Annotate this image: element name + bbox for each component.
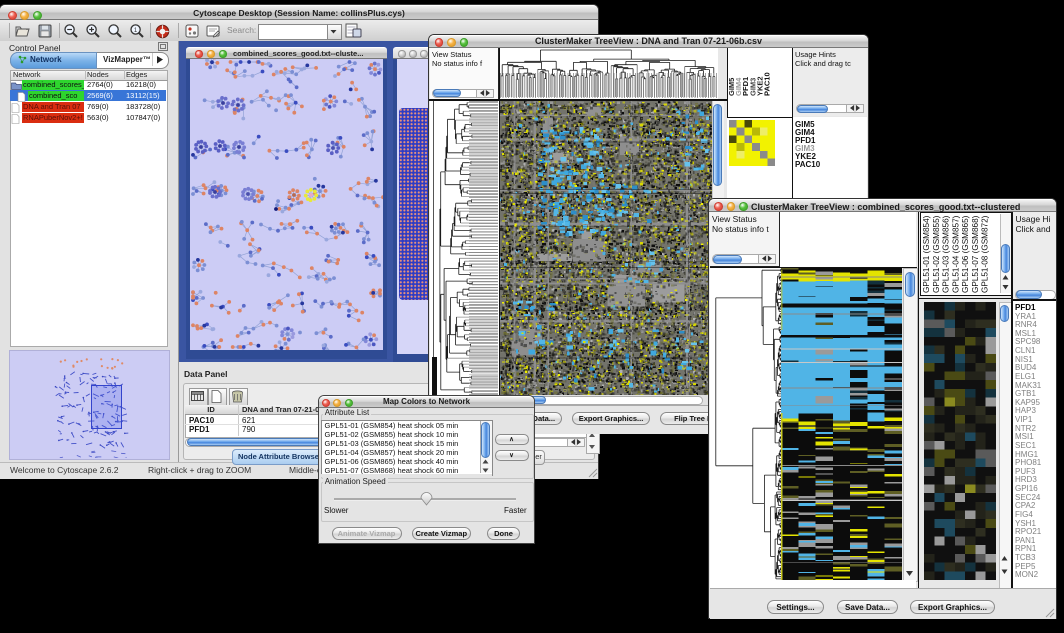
svg-text:GPL51-07 (GSM868): GPL51-07 (GSM868) [971, 215, 980, 293]
svg-text:GPL51-03 (GSM856): GPL51-03 (GSM856) [942, 215, 951, 293]
svg-text:PAC10: PAC10 [763, 72, 772, 96]
svg-text:GPL51-08 (GSM872): GPL51-08 (GSM872) [981, 215, 990, 293]
svg-text:GPL51-04 (GSM857): GPL51-04 (GSM857) [951, 215, 960, 293]
svg-text:GPL51-06 (GSM865): GPL51-06 (GSM865) [961, 215, 970, 293]
svg-text:GPL51-02 (GSM855): GPL51-02 (GSM855) [932, 215, 941, 293]
svg-text:GPL51-01 (GSM854): GPL51-01 (GSM854) [922, 215, 931, 293]
